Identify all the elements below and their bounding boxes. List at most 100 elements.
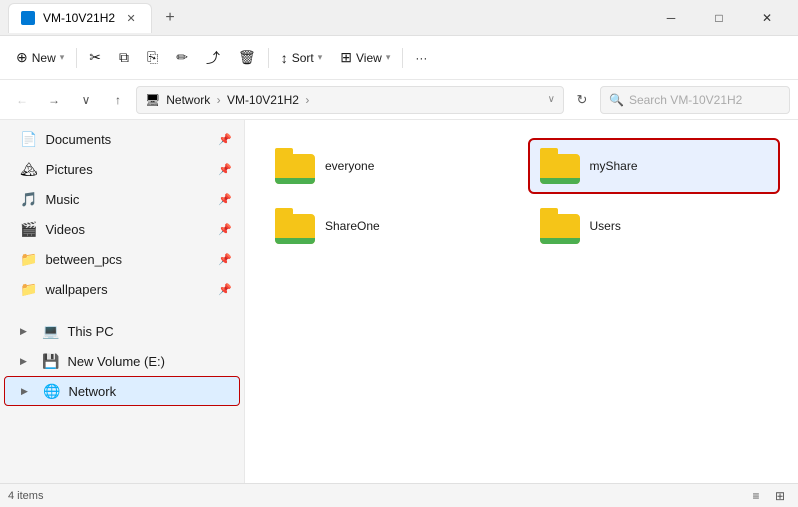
copy-icon: ⧉ — [119, 49, 129, 66]
grid-view-button[interactable]: ⊞ — [770, 486, 790, 506]
folder-icon: 📁 — [20, 281, 37, 298]
main-content: 📄 Documents 📌 🏔 Pictures 📌 🎵 Music 📌 🎬 V… — [0, 120, 798, 483]
sidebar-item-videos[interactable]: 🎬 Videos 📌 — [4, 214, 240, 244]
close-button[interactable]: ✕ — [744, 3, 790, 33]
new-button[interactable]: ⊕ New ▾ — [8, 42, 72, 74]
toolbar-sep-1 — [76, 48, 77, 68]
folder-icon: 📁 — [20, 251, 37, 268]
view-dropdown-icon: ▾ — [386, 52, 391, 63]
rename-icon: ✏ — [176, 49, 188, 66]
maximize-button[interactable]: □ — [696, 3, 742, 33]
file-item-users[interactable]: Users — [530, 200, 779, 252]
forward-button[interactable]: → — [40, 86, 68, 114]
address-row: ← → ∨ ↑ 🖥 Network › VM-10V21H2 › ∨ ↻ 🔍 S… — [0, 80, 798, 120]
sidebar-item-label: Music — [45, 192, 210, 207]
sort-dropdown-icon: ▾ — [318, 52, 323, 63]
pin-icon: 📌 — [218, 283, 232, 296]
new-dropdown-icon: ▾ — [60, 52, 65, 63]
status-view-controls: ≡ ⊞ — [746, 486, 790, 506]
sort-button[interactable]: ↕ Sort ▾ — [273, 42, 331, 74]
drive-icon: 💾 — [42, 353, 59, 370]
pin-icon: 📌 — [218, 163, 232, 176]
status-bar: 4 items ≡ ⊞ — [0, 483, 798, 507]
rename-button[interactable]: ✏ — [168, 42, 196, 74]
sidebar-item-label: wallpapers — [45, 282, 210, 297]
share-icon: ⤴ — [206, 48, 220, 68]
file-pane: everyone myShare ShareOne — [245, 120, 798, 483]
sidebar-item-label: This PC — [67, 324, 232, 339]
toolbar-sep-2 — [268, 48, 269, 68]
toolbar-sep-3 — [402, 48, 403, 68]
music-icon: 🎵 — [20, 191, 37, 208]
folder-icon — [540, 148, 580, 184]
file-item-myshare[interactable]: myShare — [530, 140, 779, 192]
pin-icon: 📌 — [218, 193, 232, 206]
search-bar[interactable]: 🔍 Search VM-10V21H2 — [600, 86, 790, 114]
file-grid: everyone myShare ShareOne — [261, 136, 782, 256]
view-icon: ⊞ — [340, 49, 352, 66]
address-bar[interactable]: 🖥 Network › VM-10V21H2 › ∨ — [136, 86, 564, 114]
more-label: ··· — [415, 51, 427, 65]
this-pc-icon: 💻 — [42, 323, 59, 340]
expander-icon: ▶ — [20, 326, 34, 337]
paste-icon: ⎘ — [147, 49, 158, 66]
search-placeholder: Search VM-10V21H2 — [629, 93, 742, 107]
more-button[interactable]: ··· — [407, 42, 435, 74]
sidebar-item-label: Documents — [45, 132, 210, 147]
sidebar-item-between-pcs[interactable]: 📁 between_pcs 📌 — [4, 244, 240, 274]
new-icon: ⊕ — [16, 49, 28, 66]
view-button[interactable]: ⊞ View ▾ — [332, 42, 398, 74]
sidebar: 📄 Documents 📌 🏔 Pictures 📌 🎵 Music 📌 🎬 V… — [0, 120, 245, 483]
folder-icon — [275, 208, 315, 244]
file-name: Users — [590, 219, 621, 233]
new-tab-button[interactable]: + — [156, 4, 184, 32]
delete-button[interactable]: 🗑 — [230, 42, 264, 74]
paste-button[interactable]: ⎘ — [139, 42, 166, 74]
refresh-button[interactable]: ↻ — [568, 86, 596, 114]
copy-button[interactable]: ⧉ — [111, 42, 137, 74]
cut-button[interactable]: ✂ — [81, 42, 109, 74]
search-icon: 🔍 — [609, 93, 624, 107]
folder-icon — [540, 208, 580, 244]
expander-icon: ▶ — [20, 356, 34, 367]
sidebar-item-label: Network — [68, 384, 231, 399]
up-button[interactable]: ↑ — [104, 86, 132, 114]
window-tab[interactable]: VM-10V21H2 ✕ — [8, 3, 152, 33]
title-bar: VM-10V21H2 ✕ + ─ □ ✕ — [0, 0, 798, 36]
tab-close-button[interactable]: ✕ — [123, 10, 139, 26]
sidebar-item-new-volume[interactable]: ▶ 💾 New Volume (E:) — [4, 346, 240, 376]
file-name: myShare — [590, 159, 638, 173]
up-dropdown-button[interactable]: ∨ — [72, 86, 100, 114]
file-item-everyone[interactable]: everyone — [265, 140, 514, 192]
sidebar-item-network[interactable]: ▶ 🌐 Network — [4, 376, 240, 406]
tab-title: VM-10V21H2 — [43, 11, 115, 25]
sidebar-item-this-pc[interactable]: ▶ 💻 This PC — [4, 316, 240, 346]
cut-icon: ✂ — [89, 49, 101, 66]
pin-icon: 📌 — [218, 133, 232, 146]
pictures-icon: 🏔 — [20, 161, 38, 178]
videos-icon: 🎬 — [20, 221, 37, 238]
address-crumb-icon: 🖥 — [145, 93, 160, 107]
expander-icon: ▶ — [21, 386, 35, 397]
file-item-shareone[interactable]: ShareOne — [265, 200, 514, 252]
minimize-button[interactable]: ─ — [648, 3, 694, 33]
sidebar-item-label: Videos — [45, 222, 210, 237]
sidebar-item-pictures[interactable]: 🏔 Pictures 📌 — [4, 154, 240, 184]
network-icon: 🌐 — [43, 383, 60, 400]
window-controls: ─ □ ✕ — [648, 3, 790, 33]
sidebar-item-label: New Volume (E:) — [67, 354, 232, 369]
status-count: 4 items — [8, 490, 43, 502]
sidebar-item-wallpapers[interactable]: 📁 wallpapers 📌 — [4, 274, 240, 304]
pin-icon: 📌 — [218, 253, 232, 266]
sidebar-item-documents[interactable]: 📄 Documents 📌 — [4, 124, 240, 154]
folder-icon — [275, 148, 315, 184]
back-button[interactable]: ← — [8, 86, 36, 114]
delete-icon: 🗑 — [238, 49, 256, 66]
sidebar-item-music[interactable]: 🎵 Music 📌 — [4, 184, 240, 214]
pin-icon: 📌 — [218, 223, 232, 236]
sidebar-item-label: between_pcs — [45, 252, 210, 267]
file-name: everyone — [325, 159, 374, 173]
file-name: ShareOne — [325, 219, 380, 233]
list-view-button[interactable]: ≡ — [746, 486, 766, 506]
share-button[interactable]: ⤴ — [198, 42, 228, 74]
